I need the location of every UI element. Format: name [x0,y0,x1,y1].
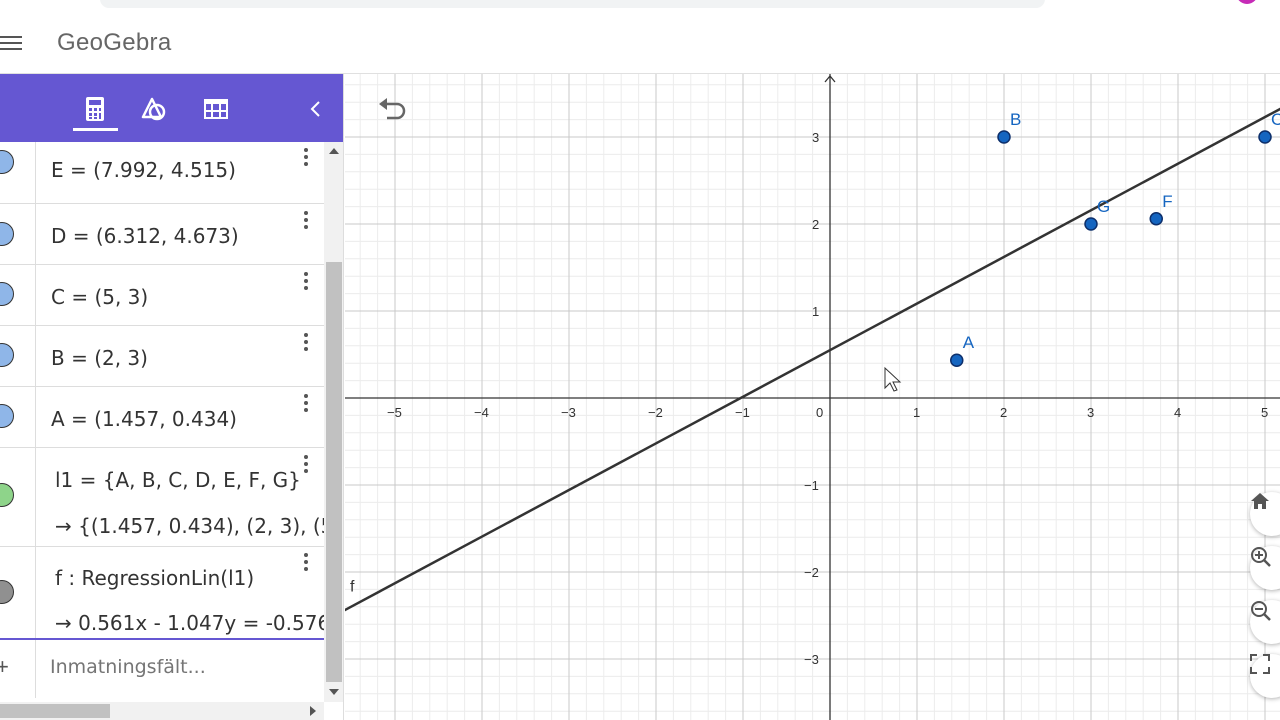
x-tick-label: 5 [1261,405,1268,420]
tools-icon[interactable] [139,94,169,124]
active-tab-indicator [73,128,118,131]
point-B [997,130,1011,144]
row-definition[interactable]: C = (5, 3) [51,285,148,309]
undo-icon[interactable] [375,96,407,124]
scroll-thumb[interactable] [326,262,342,682]
y-tick-label: 2 [812,217,819,232]
more-options-icon[interactable] [298,148,314,174]
point-label-F: F [1162,192,1172,211]
algebra-toolbar [0,74,343,142]
point-F [1149,212,1163,226]
row-definition[interactable]: E = (7.992, 4.515) [51,158,236,182]
algebra-row-f[interactable]: f : RegressionLin(l1) → 0.561x - 1.047y … [0,547,325,642]
x-tick-label: 4 [1174,405,1181,420]
row-output: → 0.561x - 1.047y = -0.576 [55,611,325,635]
x-tick-label: 2 [1000,405,1007,420]
input-bar[interactable]: + [0,638,324,698]
more-options-icon[interactable] [298,211,314,237]
more-options-icon[interactable] [298,394,314,420]
point-label-A: A [963,333,975,352]
visibility-toggle[interactable] [0,282,14,306]
point-label-C: C [1271,110,1280,129]
vertical-scrollbar[interactable] [324,142,343,702]
visibility-toggle[interactable] [0,483,14,507]
row-definition[interactable]: l1 = {A, B, C, D, E, F, G} [55,468,301,492]
point-label-B: B [1010,110,1021,129]
scroll-down-arrow[interactable] [329,689,339,695]
address-bar[interactable] [100,0,1045,8]
more-options-icon[interactable] [298,553,314,579]
x-tick-label: −1 [735,405,750,420]
table-icon[interactable] [201,94,231,124]
y-tick-label: −2 [804,565,819,580]
x-tick-label: 1 [913,405,920,420]
row-definition[interactable]: A = (1.457, 0.434) [51,407,237,431]
x-tick-label: −4 [474,405,489,420]
more-options-icon[interactable] [298,333,314,359]
browser-strip [0,0,1280,14]
algebra-row-B[interactable]: B = (2, 3) [0,326,324,387]
x-tick-label: −2 [648,405,663,420]
horizontal-scrollbar[interactable] [0,702,324,720]
line-label-f: f [350,578,355,595]
y-tick-label: 3 [812,130,819,145]
algebra-row-D[interactable]: D = (6.312, 4.673) [0,204,324,265]
more-options-icon[interactable] [298,455,314,481]
add-icon[interactable]: + [0,654,9,680]
profile-avatar[interactable] [1236,0,1258,4]
graph-canvas[interactable]: −5 −4 −3 −2 −1 0 1 2 3 4 5 3 2 1 −1 −2 −3 f A B C F G [345,74,1280,720]
app-header: GeoGebra [0,14,1280,74]
x-tick-label: −3 [561,405,576,420]
visibility-toggle[interactable] [0,404,14,428]
scroll-right-arrow[interactable] [310,706,316,716]
point-G [1084,217,1098,231]
app-logo: GeoGebra [57,29,172,56]
x-tick-label: 3 [1087,405,1094,420]
more-options-icon[interactable] [298,272,314,298]
point-C [1258,130,1272,144]
algebra-row-C[interactable]: C = (5, 3) [0,265,324,326]
x-tick-label: 0 [816,405,823,420]
row-definition[interactable]: f : RegressionLin(l1) [55,566,254,590]
row-definition[interactable]: D = (6.312, 4.673) [51,224,239,248]
visibility-toggle[interactable] [0,150,14,174]
hscroll-thumb[interactable] [0,704,110,718]
algebra-panel: E = (7.992, 4.515) D = (6.312, 4.673) C … [0,74,344,720]
algebra-rows: E = (7.992, 4.515) D = (6.312, 4.673) C … [0,142,325,642]
scroll-up-arrow[interactable] [329,148,339,154]
row-output: → {(1.457, 0.434), (2, 3), (5, 3)... [55,514,325,538]
y-tick-label: −1 [804,478,819,493]
input-field[interactable] [50,656,310,678]
collapse-panel-icon[interactable] [300,94,330,124]
y-tick-label: 1 [812,304,819,319]
point-A [950,353,964,367]
visibility-toggle[interactable] [0,343,14,367]
algebra-row-A[interactable]: A = (1.457, 0.434) [0,387,324,448]
x-tick-label: −5 [387,405,402,420]
graphics-view[interactable]: −5 −4 −3 −2 −1 0 1 2 3 4 5 3 2 1 −1 −2 −3 f A B C F G [345,74,1280,720]
mouse-cursor [884,366,902,392]
visibility-toggle[interactable] [0,222,14,246]
row-definition[interactable]: B = (2, 3) [51,346,148,370]
menu-icon[interactable] [0,36,22,52]
calculator-icon[interactable] [80,94,110,124]
algebra-row-E[interactable]: E = (7.992, 4.515) [0,142,324,204]
y-tick-label: −3 [804,652,819,667]
point-label-G: G [1097,197,1110,216]
visibility-toggle[interactable] [0,580,14,604]
algebra-row-l1[interactable]: l1 = {A, B, C, D, E, F, G} → {(1.457, 0.… [0,448,325,547]
